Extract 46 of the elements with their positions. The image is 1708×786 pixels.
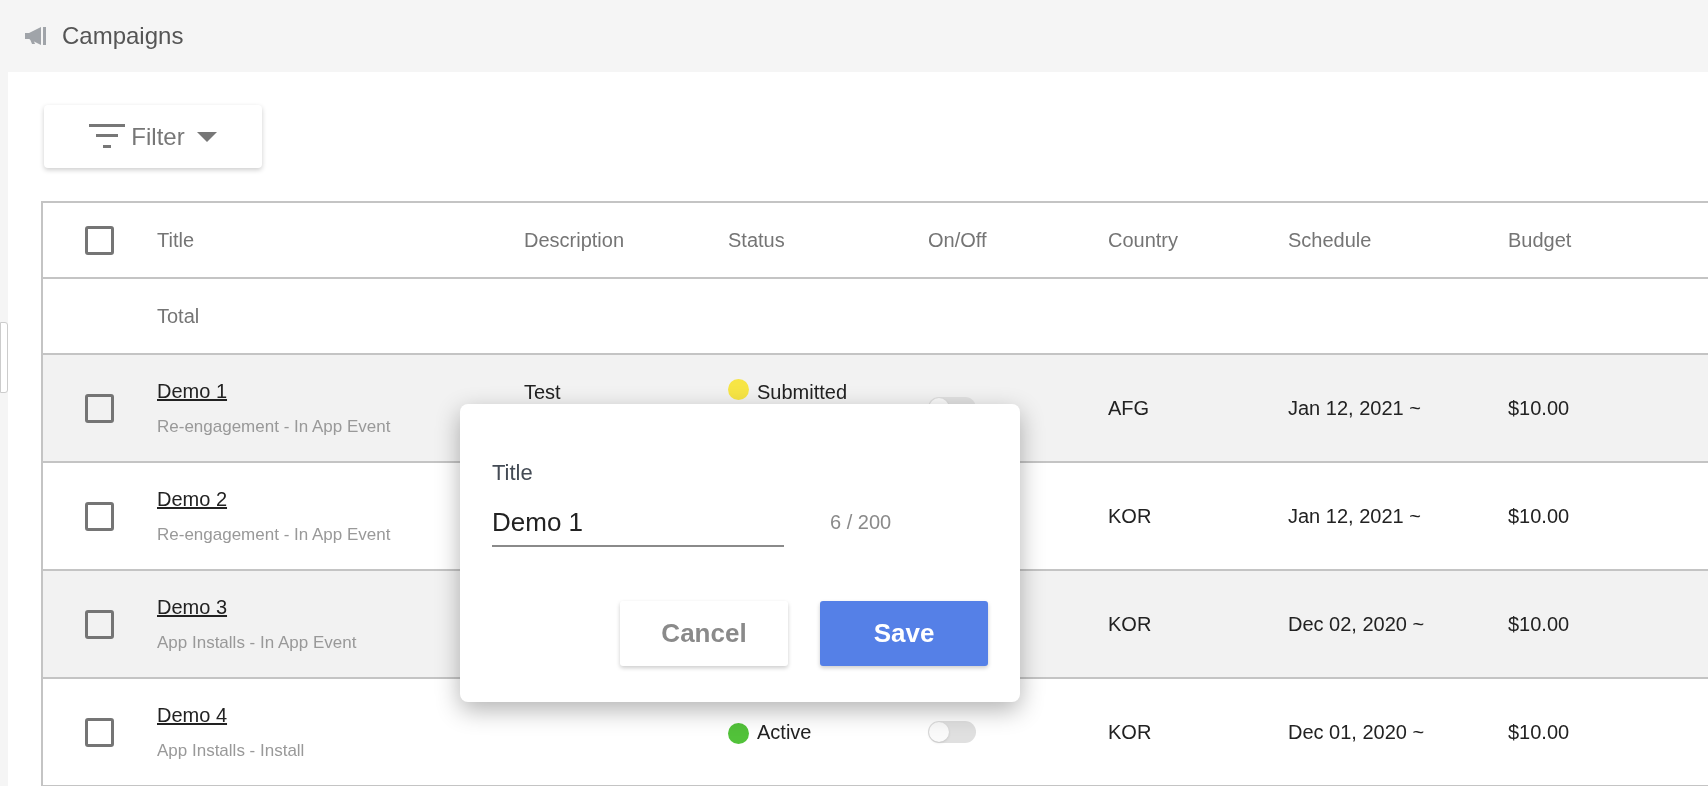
- column-header: Budget: [1508, 228, 1572, 253]
- budget-text: $10.00: [1508, 720, 1570, 745]
- filter-icon: [89, 123, 126, 150]
- total-label: Total: [157, 304, 200, 329]
- campaign-type: Re-engagement - In App Event: [157, 416, 392, 439]
- checkbox[interactable]: [85, 717, 114, 747]
- budget-text: $10.00: [1508, 612, 1570, 637]
- budget-text: $10.00: [1508, 396, 1570, 421]
- country-text: KOR: [1108, 720, 1152, 745]
- page-title: Campaigns: [62, 21, 184, 51]
- megaphone-icon: [24, 25, 48, 47]
- toggle-switch[interactable]: [928, 721, 976, 743]
- schedule-text: Jan 12, 2021 ~: [1288, 504, 1421, 529]
- checkbox[interactable]: [85, 225, 114, 255]
- schedule-text: Dec 02, 2020 ~: [1288, 612, 1425, 637]
- description-text: Test: [524, 380, 561, 405]
- campaign-link[interactable]: Demo 1: [157, 376, 228, 407]
- save-button[interactable]: Save: [820, 601, 988, 666]
- campaign-link[interactable]: Demo 2: [157, 484, 228, 515]
- status-text: Active: [757, 720, 812, 745]
- budget-text: $10.00: [1508, 504, 1570, 529]
- title-input[interactable]: Demo 1: [492, 499, 784, 547]
- checkbox[interactable]: [85, 393, 114, 423]
- status-text: Submitted: [757, 380, 848, 405]
- column-header: Title: [157, 228, 195, 253]
- column-header: On/Off: [928, 228, 987, 253]
- campaign-type: App Installs - In App Event: [157, 632, 358, 655]
- filter-button[interactable]: Filter: [44, 105, 262, 168]
- schedule-text: Jan 12, 2021 ~: [1288, 396, 1421, 421]
- column-header: Status: [728, 228, 785, 253]
- campaign-link[interactable]: Demo 3: [157, 592, 228, 623]
- column-header: Schedule: [1288, 228, 1372, 253]
- campaign-type: App Installs - Install: [157, 740, 306, 763]
- checkbox[interactable]: [85, 501, 114, 531]
- caret-icon: [196, 131, 217, 142]
- field-label: Title: [492, 459, 533, 487]
- schedule-text: Dec 01, 2020 ~: [1288, 720, 1425, 745]
- column-header: Description: [524, 228, 625, 253]
- column-header: Country: [1108, 228, 1179, 253]
- side-handle[interactable]: [0, 322, 8, 393]
- campaign-link[interactable]: Demo 4: [157, 700, 228, 731]
- checkbox[interactable]: [85, 609, 114, 639]
- country-text: AFG: [1108, 396, 1150, 421]
- character-counter: 6 / 200: [830, 510, 892, 535]
- country-text: KOR: [1108, 504, 1152, 529]
- country-text: KOR: [1108, 612, 1152, 637]
